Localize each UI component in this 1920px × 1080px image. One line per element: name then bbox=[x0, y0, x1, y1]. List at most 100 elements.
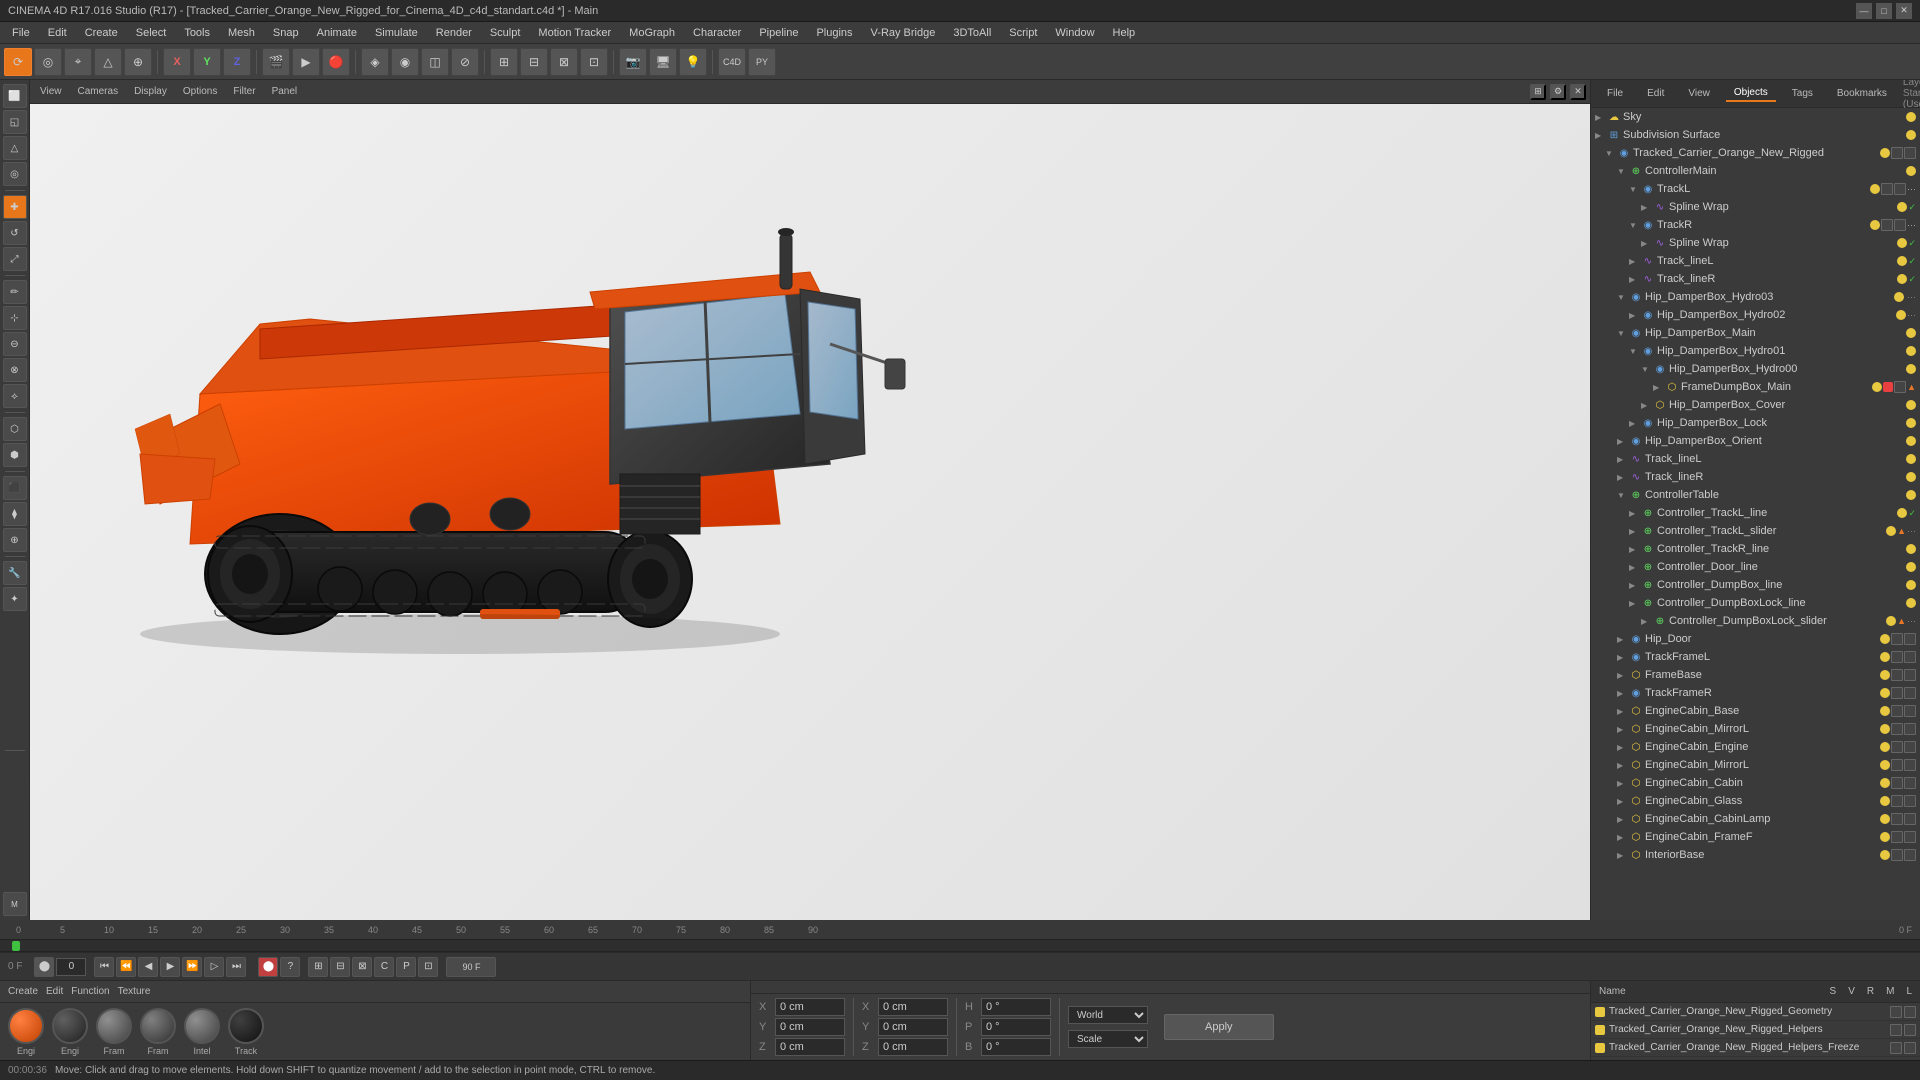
material-item-1[interactable]: Engi bbox=[8, 1008, 44, 1056]
record-btn[interactable]: ⬤ bbox=[34, 957, 54, 977]
tree-arrow-tracklineL[interactable]: ▶ bbox=[1629, 257, 1641, 266]
play-forward-btn[interactable]: ⏩ bbox=[182, 957, 202, 977]
tree-item-ctrltrackr[interactable]: ▶ ⊕ Controller_TrackR_line bbox=[1591, 540, 1920, 558]
tree-arrow-engineframef[interactable]: ▶ bbox=[1617, 833, 1629, 842]
play-btn[interactable]: ▶ bbox=[160, 957, 180, 977]
tree-arrow-trackframer[interactable]: ▶ bbox=[1617, 689, 1629, 698]
apply-button[interactable]: Apply bbox=[1164, 1014, 1274, 1040]
left-tool-8[interactable]: ⊗ bbox=[3, 358, 27, 382]
tool-render1[interactable]: 📷 bbox=[619, 48, 647, 76]
add-key-btn[interactable]: ⊞ bbox=[308, 957, 328, 977]
keyframe-input[interactable] bbox=[56, 958, 86, 976]
tool-2[interactable]: ⌖ bbox=[64, 48, 92, 76]
tree-arrow-ctrltracklslider[interactable]: ▶ bbox=[1629, 527, 1641, 536]
tool-13[interactable]: ⊟ bbox=[520, 48, 548, 76]
tree-item-ctrldumpboxlock[interactable]: ▶ ⊕ Controller_DumpBoxLock_line bbox=[1591, 594, 1920, 612]
viewport-3d[interactable] bbox=[30, 104, 1590, 920]
tree-arrow-ctrldumpboxlock[interactable]: ▶ bbox=[1629, 599, 1641, 608]
tree-arrow-trackframe[interactable]: ▶ bbox=[1617, 653, 1629, 662]
menu-help[interactable]: Help bbox=[1105, 25, 1144, 41]
tool-6[interactable]: ▶ bbox=[292, 48, 320, 76]
tree-item-enginebase[interactable]: ▶ ⬡ EngineCabin_Base bbox=[1591, 702, 1920, 720]
left-tool-12[interactable]: ⬛ bbox=[3, 476, 27, 500]
next-key-btn[interactable]: ▷ bbox=[204, 957, 224, 977]
rb-item-3[interactable]: Tracked_Carrier_Orange_New_Rigged_Helper… bbox=[1591, 1039, 1920, 1057]
tree-arrow-engineengine[interactable]: ▶ bbox=[1617, 743, 1629, 752]
rb-item-1[interactable]: Tracked_Carrier_Orange_New_Rigged_Geomet… bbox=[1591, 1003, 1920, 1021]
tree-item-hipcover[interactable]: ▶ ⬡ Hip_DamperBox_Cover bbox=[1591, 396, 1920, 414]
tree-arrow-tracklineR[interactable]: ▶ bbox=[1629, 275, 1641, 284]
record-btn2[interactable]: ⬤ bbox=[258, 957, 278, 977]
rb-ctrl-3b[interactable] bbox=[1904, 1042, 1916, 1054]
left-tool-2[interactable]: ◱ bbox=[3, 110, 27, 134]
maximize-button[interactable]: □ bbox=[1876, 3, 1892, 19]
tree-arrow-tracklineL2[interactable]: ▶ bbox=[1617, 455, 1629, 464]
tree-item-ctrltable[interactable]: ▼ ⊕ ControllerTable bbox=[1591, 486, 1920, 504]
tree-item-hipmain[interactable]: ▼ ◉ Hip_DamperBox_Main bbox=[1591, 324, 1920, 342]
minimize-button[interactable]: — bbox=[1856, 3, 1872, 19]
menu-3dtoall[interactable]: 3DToAll bbox=[945, 25, 999, 41]
scale-dropdown[interactable]: Scale bbox=[1068, 1030, 1148, 1048]
rb-ctrl-1b[interactable] bbox=[1904, 1006, 1916, 1018]
prev-key-btn[interactable]: ⏪ bbox=[116, 957, 136, 977]
left-tool-9[interactable]: ⟡ bbox=[3, 384, 27, 408]
coord-p-input[interactable] bbox=[981, 1018, 1051, 1036]
tree-arrow-hipcover[interactable]: ▶ bbox=[1641, 401, 1653, 410]
tree-arrow-trackr[interactable]: ▼ bbox=[1629, 221, 1641, 230]
rb-ctrl-1a[interactable] bbox=[1890, 1006, 1902, 1018]
left-tool-10[interactable]: ⬡ bbox=[3, 417, 27, 441]
tree-arrow-tracked[interactable]: ▼ bbox=[1605, 149, 1617, 158]
tool-render3[interactable]: 💡 bbox=[679, 48, 707, 76]
left-tool-scale[interactable]: ⤢ bbox=[3, 247, 27, 271]
rb-item-2[interactable]: Tracked_Carrier_Orange_New_Rigged_Helper… bbox=[1591, 1021, 1920, 1039]
menu-tools[interactable]: Tools bbox=[176, 25, 218, 41]
tool-y[interactable]: Y bbox=[193, 48, 221, 76]
menu-script[interactable]: Script bbox=[1001, 25, 1045, 41]
left-tool-maxon[interactable]: M bbox=[3, 892, 27, 916]
tree-item-ctrldumpbox[interactable]: ▶ ⊕ Controller_DumpBox_line bbox=[1591, 576, 1920, 594]
tree-item-hip02[interactable]: ▶ ◉ Hip_DamperBox_Hydro02 ··· bbox=[1591, 306, 1920, 324]
tool-10[interactable]: ◫ bbox=[421, 48, 449, 76]
timeline-track[interactable] bbox=[0, 940, 1920, 952]
coord-y-input[interactable] bbox=[775, 1018, 845, 1036]
tree-item-hip00[interactable]: ▼ ◉ Hip_DamperBox_Hydro00 bbox=[1591, 360, 1920, 378]
menu-motion-tracker[interactable]: Motion Tracker bbox=[530, 25, 619, 41]
tree-arrow-ctrldumpbox[interactable]: ▶ bbox=[1629, 581, 1641, 590]
rb-ctrl-2b[interactable] bbox=[1904, 1024, 1916, 1036]
tree-item-tracklineR[interactable]: ▶ ∿ Track_lineR ✓ bbox=[1591, 270, 1920, 288]
tool-9[interactable]: ◉ bbox=[391, 48, 419, 76]
tree-arrow-framedump[interactable]: ▶ bbox=[1653, 383, 1665, 392]
tree-item-hip01[interactable]: ▼ ◉ Hip_DamperBox_Hydro01 bbox=[1591, 342, 1920, 360]
material-item-4[interactable]: Fram bbox=[140, 1008, 176, 1056]
tool-7[interactable]: 🔴 bbox=[322, 48, 350, 76]
tree-arrow-hiporient[interactable]: ▶ bbox=[1617, 437, 1629, 446]
menu-plugins[interactable]: Plugins bbox=[808, 25, 860, 41]
tool-15[interactable]: ⊡ bbox=[580, 48, 608, 76]
ctrl-btn[interactable]: C bbox=[374, 957, 394, 977]
tool-8[interactable]: ◈ bbox=[361, 48, 389, 76]
tree-arrow-ctrltrackr[interactable]: ▶ bbox=[1629, 545, 1641, 554]
left-tool-4[interactable]: ◎ bbox=[3, 162, 27, 186]
tree-item-tracklineL[interactable]: ▶ ∿ Track_lineL ✓ bbox=[1591, 252, 1920, 270]
left-tool-6[interactable]: ⊹ bbox=[3, 306, 27, 330]
tree-arrow-ctrldoor[interactable]: ▶ bbox=[1629, 563, 1641, 572]
left-tool-3[interactable]: △ bbox=[3, 136, 27, 160]
tool-c4d[interactable]: C4D bbox=[718, 48, 746, 76]
menu-render[interactable]: Render bbox=[428, 25, 480, 41]
tree-item-hiplock[interactable]: ▶ ◉ Hip_DamperBox_Lock bbox=[1591, 414, 1920, 432]
tree-item-framebase[interactable]: ▶ ⬡ FrameBase bbox=[1591, 666, 1920, 684]
tree-item-engineengine[interactable]: ▶ ⬡ EngineCabin_Engine bbox=[1591, 738, 1920, 756]
rp-tab-file[interactable]: File bbox=[1599, 86, 1631, 101]
tree-arrow-enginemirrorr[interactable]: ▶ bbox=[1617, 761, 1629, 770]
tree-arrow-tracklineR2[interactable]: ▶ bbox=[1617, 473, 1629, 482]
rb-ctrl-2a[interactable] bbox=[1890, 1024, 1902, 1036]
menu-simulate[interactable]: Simulate bbox=[367, 25, 426, 41]
goto-end-btn[interactable]: ⏭ bbox=[226, 957, 246, 977]
menu-mograph[interactable]: MoGraph bbox=[621, 25, 683, 41]
menu-file[interactable]: File bbox=[4, 25, 38, 41]
tree-item-ctrldoor[interactable]: ▶ ⊕ Controller_Door_line bbox=[1591, 558, 1920, 576]
tree-arrow-spline2[interactable]: ▶ bbox=[1641, 239, 1653, 248]
tree-arrow-hipdoor[interactable]: ▶ bbox=[1617, 635, 1629, 644]
tree-arrow-hip02[interactable]: ▶ bbox=[1629, 311, 1641, 320]
tool-12[interactable]: ⊞ bbox=[490, 48, 518, 76]
